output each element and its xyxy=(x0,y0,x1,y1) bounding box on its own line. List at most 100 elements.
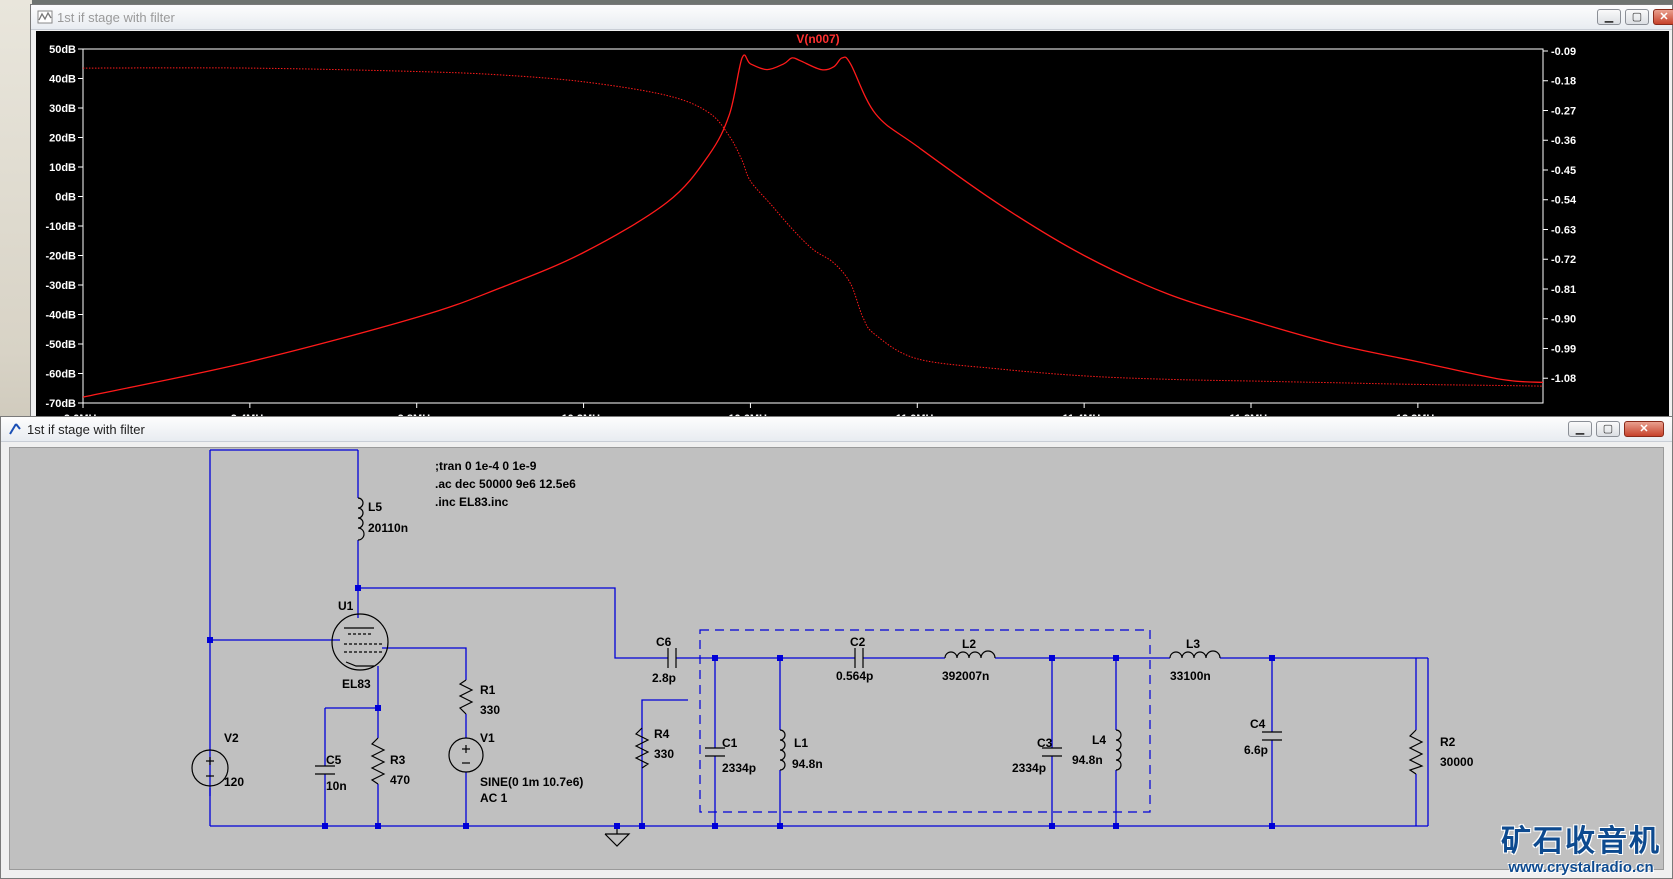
maximize-button[interactable]: ▢ xyxy=(1596,421,1620,437)
resistor-R3[interactable] xyxy=(370,737,386,785)
plot-window[interactable]: 1st if stage with filter ▁ ▢ ✕ 50dB 40dB 3… xyxy=(30,4,1673,431)
component-value: 392007n xyxy=(942,669,989,683)
y2-tick-label: -0.99 xyxy=(1551,343,1576,355)
inductor-L3[interactable] xyxy=(1169,650,1221,659)
resistor-R2[interactable] xyxy=(1408,729,1424,775)
waveform-app-icon xyxy=(37,10,53,24)
y2-tick-label: -0.18 xyxy=(1551,76,1576,88)
y-tick-label: -50dB xyxy=(45,339,76,351)
component-ref: C1 xyxy=(722,736,738,750)
component-ref: U1 xyxy=(338,599,354,613)
component-ref: L3 xyxy=(1186,637,1200,651)
component-value: EL83 xyxy=(342,677,371,691)
capacitor-C6[interactable] xyxy=(667,648,677,668)
component-ref: R1 xyxy=(480,683,496,697)
spice-directive[interactable]: ;tran 0 1e-4 0 1e-9 xyxy=(435,459,537,473)
minimize-button[interactable]: ▁ xyxy=(1568,421,1592,437)
component-value: 33100n xyxy=(1170,669,1211,683)
component-ref: L5 xyxy=(368,500,382,514)
vacuum-tube-U1[interactable] xyxy=(331,613,389,671)
schematic-window[interactable]: 1st if stage with filter ▁ ▢ ✕ ;tran 0 1… xyxy=(0,416,1673,879)
component-ref: C4 xyxy=(1250,717,1266,731)
capacitor-C2[interactable] xyxy=(854,648,864,668)
schematic-canvas[interactable]: ;tran 0 1e-4 0 1e-9 .ac dec 50000 9e6 12… xyxy=(9,447,1664,870)
schematic-window-title: 1st if stage with filter xyxy=(27,422,145,437)
component-ref: R3 xyxy=(390,753,406,767)
component-ref: R2 xyxy=(1440,735,1456,749)
y2-tick-label: -0.54 xyxy=(1551,195,1577,207)
site-watermark: 矿石收音机 www.crystalradio.cn xyxy=(1501,825,1661,877)
inductor-L2[interactable] xyxy=(944,650,996,659)
component-value: 6.6p xyxy=(1244,743,1268,757)
watermark-brand: 矿石收音机 xyxy=(1501,825,1661,858)
inductor-L5[interactable] xyxy=(357,497,365,541)
component-value: 10n xyxy=(326,779,347,793)
component-value: 470 xyxy=(390,773,410,787)
component-ref: C5 xyxy=(326,753,342,767)
y2-tick-label: -0.90 xyxy=(1551,314,1576,326)
y2-tick-label: -0.81 xyxy=(1551,284,1576,296)
component-value: 0.564p xyxy=(836,669,873,683)
plot-area[interactable]: 50dB 40dB 30dB 20dB 10dB 0dB -10dB -20dB -30dB -4… xyxy=(36,31,1669,430)
inductor-L1[interactable] xyxy=(779,729,786,771)
filter-box xyxy=(699,629,1151,813)
component-ref: V1 xyxy=(480,731,495,745)
component-ref: C2 xyxy=(850,635,866,649)
y-tick-label: 0dB xyxy=(55,192,76,204)
y2-tick-label: -0.09 xyxy=(1551,46,1576,58)
plot-window-title: 1st if stage with filter xyxy=(57,10,175,25)
voltage-source-V1[interactable] xyxy=(448,737,484,773)
close-button[interactable]: ✕ xyxy=(1624,421,1664,437)
minimize-button[interactable]: ▁ xyxy=(1597,9,1621,25)
capacitor-C5[interactable] xyxy=(315,765,335,775)
maximize-button[interactable]: ▢ xyxy=(1625,9,1649,25)
spice-directive[interactable]: .inc EL83.inc xyxy=(435,495,509,509)
y-tick-label: -30dB xyxy=(45,280,76,292)
component-value: SINE(0 1m 10.7e6) xyxy=(480,775,583,789)
component-ref: C3 xyxy=(1037,736,1053,750)
y-tick-label: 40dB xyxy=(49,74,76,86)
component-value: 94.8n xyxy=(1072,753,1103,767)
y-tick-label: -70dB xyxy=(45,398,76,410)
component-ref: R4 xyxy=(654,727,670,741)
plot-background xyxy=(36,31,1669,430)
inductor-L4[interactable] xyxy=(1115,729,1122,771)
y-tick-label: -60dB xyxy=(45,369,76,381)
trace-label[interactable]: V(n007) xyxy=(796,32,839,46)
watermark-url: www.crystalradio.cn xyxy=(1508,859,1654,876)
y2-tick-label: -0.27 xyxy=(1551,105,1576,117)
component-ref: L1 xyxy=(794,736,808,750)
close-button[interactable]: ✕ xyxy=(1653,9,1673,25)
component-ref: L2 xyxy=(962,637,976,651)
y2-tick-label: -0.45 xyxy=(1551,165,1576,177)
y-tick-label: 10dB xyxy=(49,162,76,174)
bode-plot[interactable]: 50dB 40dB 30dB 20dB 10dB 0dB -10dB -20dB -30dB -4… xyxy=(36,31,1669,430)
y-tick-label: 30dB xyxy=(49,103,76,115)
resistor-R1[interactable] xyxy=(458,679,474,715)
y2-tick-label: -0.36 xyxy=(1551,135,1576,147)
component-value: 2.8p xyxy=(652,671,676,685)
component-value: 94.8n xyxy=(792,757,823,771)
y-tick-label: 50dB xyxy=(49,44,76,56)
component-ref: L4 xyxy=(1092,733,1106,747)
circuit-schematic[interactable]: ;tran 0 1e-4 0 1e-9 .ac dec 50000 9e6 12… xyxy=(10,448,1665,871)
y2-tick-label: -1.08 xyxy=(1551,373,1576,385)
plot-titlebar[interactable]: 1st if stage with filter ▁ ▢ ✕ xyxy=(31,5,1673,30)
component-value: 2334p xyxy=(1012,761,1046,775)
component-ref: C6 xyxy=(656,635,672,649)
component-value: 20110n xyxy=(368,521,408,535)
capacitor-C4[interactable] xyxy=(1262,731,1282,741)
component-ref: V2 xyxy=(224,731,239,745)
y2-tick-label: -0.63 xyxy=(1551,224,1576,236)
component-value: 2334p xyxy=(722,761,756,775)
component-value: 30000 xyxy=(1440,755,1474,769)
y-tick-label: -40dB xyxy=(45,310,76,322)
y-tick-label: -20dB xyxy=(45,251,76,263)
component-value: 330 xyxy=(654,747,674,761)
component-value: 120 xyxy=(224,775,244,789)
spice-directive[interactable]: .ac dec 50000 9e6 12.5e6 xyxy=(435,477,576,491)
y-tick-label: -10dB xyxy=(45,221,76,233)
schematic-titlebar[interactable]: 1st if stage with filter ▁ ▢ ✕ xyxy=(1,417,1672,442)
junction-dots xyxy=(207,585,1275,829)
component-value: 330 xyxy=(480,703,500,717)
